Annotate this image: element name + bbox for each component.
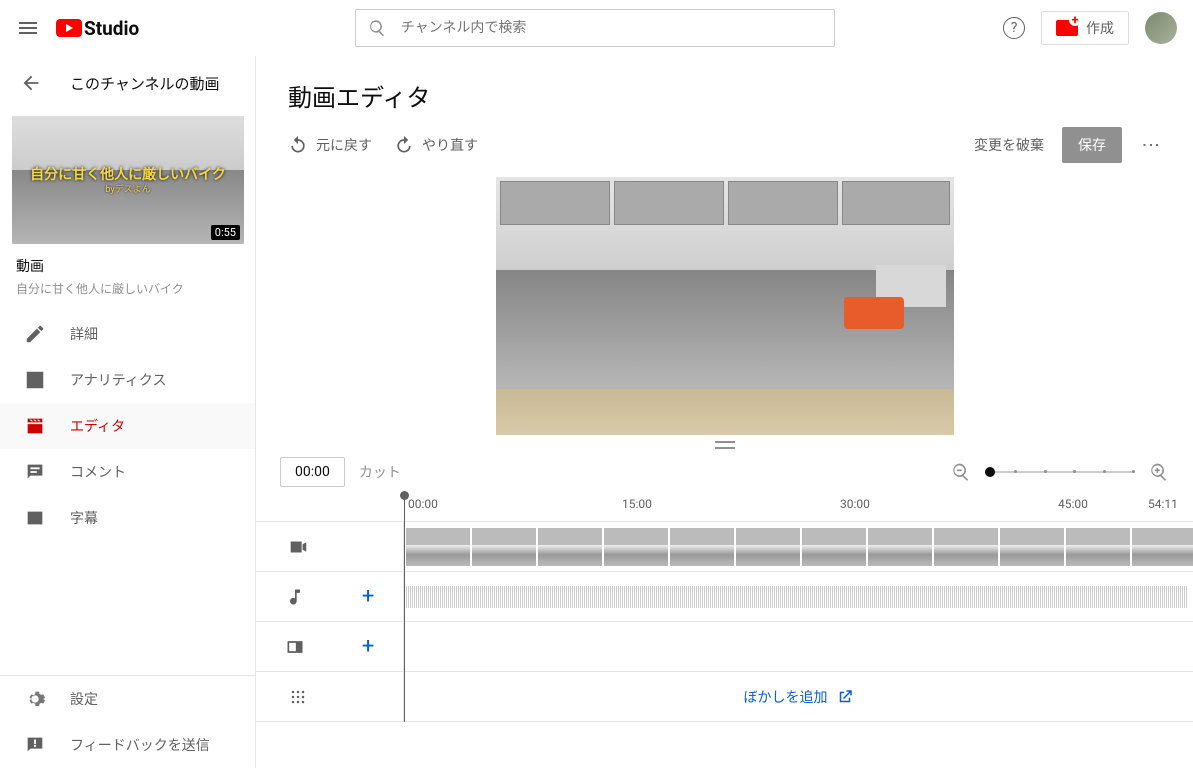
- comment-icon: [24, 461, 46, 483]
- ruler-mark: 30:00: [840, 497, 870, 511]
- video-preview[interactable]: [256, 175, 1193, 437]
- endscreen-icon: [285, 637, 305, 657]
- undo-icon: [288, 135, 308, 155]
- undo-label: 元に戻す: [316, 135, 372, 155]
- nav-subtitles-label: 字幕: [70, 508, 98, 528]
- redo-icon: [394, 135, 414, 155]
- video-title: 自分に甘く他人に厳しいバイク: [16, 280, 239, 297]
- redo-label: やり直す: [422, 135, 478, 155]
- save-button[interactable]: 保存: [1062, 127, 1122, 163]
- add-endscreen-icon[interactable]: +: [362, 634, 374, 659]
- endscreen-track[interactable]: +: [256, 622, 1193, 672]
- sidebar-item-settings[interactable]: 設定: [0, 676, 255, 722]
- video-thumbnail[interactable]: 自分に甘く他人に厳しいバイク byデスよん 0:55: [12, 116, 243, 244]
- video-track[interactable]: [256, 522, 1193, 572]
- ruler-mark: 00:00: [408, 497, 438, 511]
- studio-logo[interactable]: Studio: [56, 17, 139, 40]
- sidebar-item-subtitles[interactable]: 字幕: [0, 495, 255, 541]
- back-label: このチャンネルの動画: [70, 73, 220, 94]
- youtube-play-icon: [56, 19, 82, 37]
- gear-icon: [24, 688, 46, 710]
- search-icon: [368, 18, 387, 38]
- thumb-duration: 0:55: [211, 225, 240, 240]
- cut-button[interactable]: カット: [359, 462, 401, 482]
- zoom-slider[interactable]: [985, 471, 1135, 473]
- playhead[interactable]: [404, 496, 405, 722]
- feedback-icon: [24, 734, 46, 756]
- nav-feedback-label: フィードバックを送信: [70, 735, 210, 755]
- nav-settings-label: 設定: [70, 689, 98, 709]
- arrow-left-icon: [20, 72, 42, 94]
- avatar[interactable]: [1145, 12, 1177, 44]
- ruler-end: 54:11: [1148, 497, 1178, 511]
- ruler-mark: 45:00: [1058, 497, 1088, 511]
- add-blur-button[interactable]: ぼかしを追加: [404, 672, 1193, 721]
- sidebar-item-feedback[interactable]: フィードバックを送信: [0, 722, 255, 768]
- discard-button[interactable]: 変更を破棄: [974, 135, 1044, 155]
- help-icon[interactable]: ?: [1003, 17, 1025, 39]
- add-audio-icon[interactable]: +: [362, 584, 374, 609]
- timeline-ruler[interactable]: 00:00 15:00 30:00 45:00 54:11: [256, 495, 1193, 521]
- thumb-overlay-sub: byデスよん: [12, 182, 244, 195]
- studio-wordmark: Studio: [84, 17, 139, 40]
- more-menu-icon[interactable]: ⋮: [1140, 136, 1161, 154]
- panel-resize-handle[interactable]: [256, 437, 1193, 453]
- thumb-overlay-title: 自分に甘く他人に厳しいバイク: [12, 164, 244, 184]
- subtitles-icon: [24, 507, 46, 529]
- menu-icon[interactable]: [16, 16, 40, 40]
- pencil-icon: [24, 323, 46, 345]
- music-note-icon: [285, 587, 305, 607]
- nav-comments-label: コメント: [70, 462, 126, 482]
- create-label: 作成: [1086, 18, 1114, 38]
- zoom-in-icon[interactable]: [1149, 462, 1169, 482]
- sidebar-item-editor[interactable]: エディタ: [0, 403, 255, 449]
- page-title: 動画エディタ: [256, 56, 1193, 127]
- sidebar-item-analytics[interactable]: アナリティクス: [0, 357, 255, 403]
- analytics-icon: [24, 369, 46, 391]
- sidebar-item-comments[interactable]: コメント: [0, 449, 255, 495]
- undo-button[interactable]: 元に戻す: [288, 135, 372, 155]
- video-word: 動画: [16, 256, 239, 276]
- clapperboard-icon: [24, 415, 46, 437]
- nav-analytics-label: アナリティクス: [70, 370, 166, 390]
- back-to-channel[interactable]: このチャンネルの動画: [0, 60, 255, 106]
- search-box[interactable]: [355, 9, 835, 47]
- nav-details-label: 詳細: [70, 324, 98, 344]
- create-icon: [1056, 20, 1078, 36]
- ruler-mark: 15:00: [622, 497, 652, 511]
- redo-button[interactable]: やり直す: [394, 135, 478, 155]
- add-blur-label: ぼかしを追加: [744, 687, 828, 707]
- search-input[interactable]: [401, 20, 822, 36]
- create-button[interactable]: 作成: [1041, 11, 1129, 45]
- nav-editor-label: エディタ: [70, 416, 125, 436]
- blur-track[interactable]: ぼかしを追加: [256, 672, 1193, 722]
- timecode-input[interactable]: 00:00: [280, 457, 345, 487]
- audio-track[interactable]: +: [256, 572, 1193, 622]
- open-external-icon: [836, 688, 854, 706]
- zoom-out-icon[interactable]: [951, 462, 971, 482]
- blur-grid-icon: [288, 687, 308, 707]
- video-track-icon: [287, 536, 309, 558]
- sidebar-item-details[interactable]: 詳細: [0, 311, 255, 357]
